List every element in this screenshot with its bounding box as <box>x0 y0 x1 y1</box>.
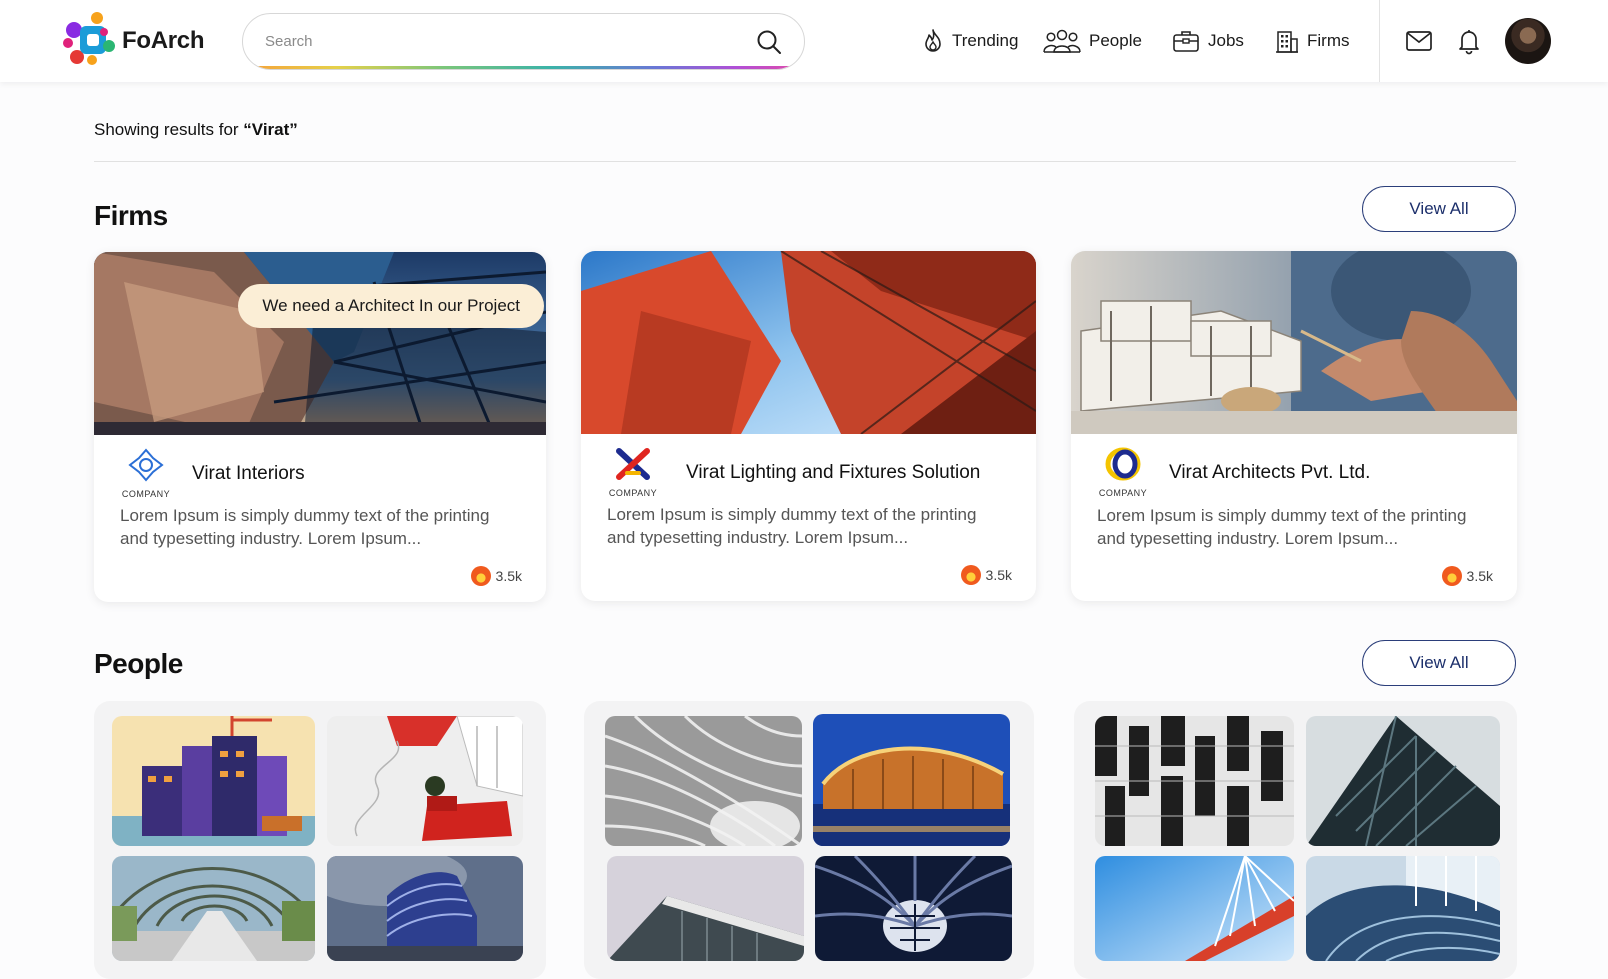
firms-section-title: Firms <box>94 200 168 231</box>
fire-badge-icon <box>470 566 491 586</box>
building-icon <box>1276 31 1298 53</box>
results-divider <box>94 161 1516 162</box>
portfolio-image[interactable] <box>1306 856 1500 961</box>
firm-likes[interactable]: 3.5k <box>960 565 1012 585</box>
search-icon[interactable] <box>756 29 782 55</box>
portfolio-image[interactable] <box>605 716 802 846</box>
people-card[interactable] <box>584 701 1034 979</box>
mail-icon[interactable] <box>1404 26 1434 56</box>
fire-badge-icon <box>1441 566 1462 586</box>
search-gradient-underline <box>257 66 790 69</box>
nav-people[interactable]: People <box>1043 24 1142 58</box>
portfolio-image[interactable] <box>813 714 1010 846</box>
nav-label-firms: Firms <box>1307 31 1350 50</box>
people-icon <box>1043 29 1081 53</box>
results-query: “Virat” <box>243 120 298 139</box>
company-logo-word: COMPANY <box>1098 488 1148 498</box>
avatar[interactable] <box>1505 18 1551 64</box>
search-bar <box>242 13 805 70</box>
portfolio-image[interactable] <box>1095 716 1294 846</box>
company-logo: COMPANY <box>607 447 659 498</box>
company-logo-mark-icon <box>128 448 164 482</box>
flame-icon <box>925 29 941 52</box>
portfolio-image[interactable] <box>815 856 1012 961</box>
firm-description: Lorem Ipsum is simply dummy text of the … <box>120 506 490 548</box>
portfolio-image[interactable] <box>1095 856 1294 961</box>
firm-likes[interactable]: 3.5k <box>1441 566 1493 586</box>
bell-icon[interactable] <box>1454 26 1484 56</box>
search-input[interactable] <box>265 14 735 68</box>
firm-description: Lorem Ipsum is simply dummy text of the … <box>1097 506 1467 548</box>
portfolio-image[interactable] <box>112 856 315 961</box>
firm-name: Virat Interiors <box>192 463 305 484</box>
firm-cover-image <box>1071 251 1517 434</box>
likes-count: 3.5k <box>495 568 522 584</box>
portfolio-image[interactable] <box>327 856 523 961</box>
people-card[interactable] <box>1074 701 1517 979</box>
firm-card[interactable]: We need a Architect In our Project COMPA… <box>94 252 546 602</box>
nav-firms[interactable]: Firms <box>1275 24 1349 58</box>
nav-trending[interactable]: Trending <box>922 24 1018 58</box>
people-section-title: People <box>94 648 183 679</box>
portfolio-image[interactable] <box>607 856 804 961</box>
portfolio-image[interactable] <box>1306 716 1500 846</box>
firm-cover-image <box>94 252 546 435</box>
people-card[interactable] <box>94 701 546 979</box>
likes-count: 3.5k <box>1466 568 1493 584</box>
nav-label-people: People <box>1089 31 1142 50</box>
firm-card[interactable]: COMPANY Virat Architects Pvt. Ltd. Lorem… <box>1071 251 1517 601</box>
brand-logo[interactable]: FoArch <box>60 10 210 72</box>
firm-card[interactable]: COMPANY Virat Lighting and Fixtures Solu… <box>581 251 1036 601</box>
company-logo-word: COMPANY <box>121 489 171 499</box>
people-view-all-button[interactable]: View All <box>1362 640 1516 686</box>
results-prefix: Showing results for <box>94 120 244 139</box>
firm-cover-image <box>581 251 1036 434</box>
header-divider <box>1379 0 1380 82</box>
company-logo: COMPANY <box>1097 447 1149 498</box>
firms-view-all-button[interactable]: View All <box>1362 186 1516 232</box>
nav-label-jobs: Jobs <box>1208 31 1244 50</box>
company-logo-mark-icon <box>1105 447 1141 481</box>
firm-project-tag: We need a Architect In our Project <box>238 284 544 328</box>
firm-likes[interactable]: 3.5k <box>470 566 522 586</box>
company-logo: COMPANY <box>120 448 172 499</box>
portfolio-image[interactable] <box>112 716 315 846</box>
company-logo-word: COMPANY <box>608 488 658 498</box>
top-header: FoArch Trending People <box>0 0 1608 82</box>
firm-name: Virat Architects Pvt. Ltd. <box>1169 462 1371 483</box>
portfolio-image[interactable] <box>327 716 523 846</box>
nav-label-trending: Trending <box>952 31 1019 50</box>
likes-count: 3.5k <box>985 567 1012 583</box>
brand-logo-mark-icon <box>60 10 118 72</box>
company-logo-mark-icon <box>616 448 650 480</box>
firm-description: Lorem Ipsum is simply dummy text of the … <box>607 505 977 547</box>
brand-name: FoArch <box>122 27 205 54</box>
search-results-summary: Showing results for “Virat” <box>94 120 298 140</box>
firm-name: Virat Lighting and Fixtures Solution <box>686 462 981 483</box>
fire-badge-icon <box>960 565 981 585</box>
briefcase-icon <box>1173 31 1199 52</box>
nav-jobs[interactable]: Jobs <box>1172 24 1244 58</box>
